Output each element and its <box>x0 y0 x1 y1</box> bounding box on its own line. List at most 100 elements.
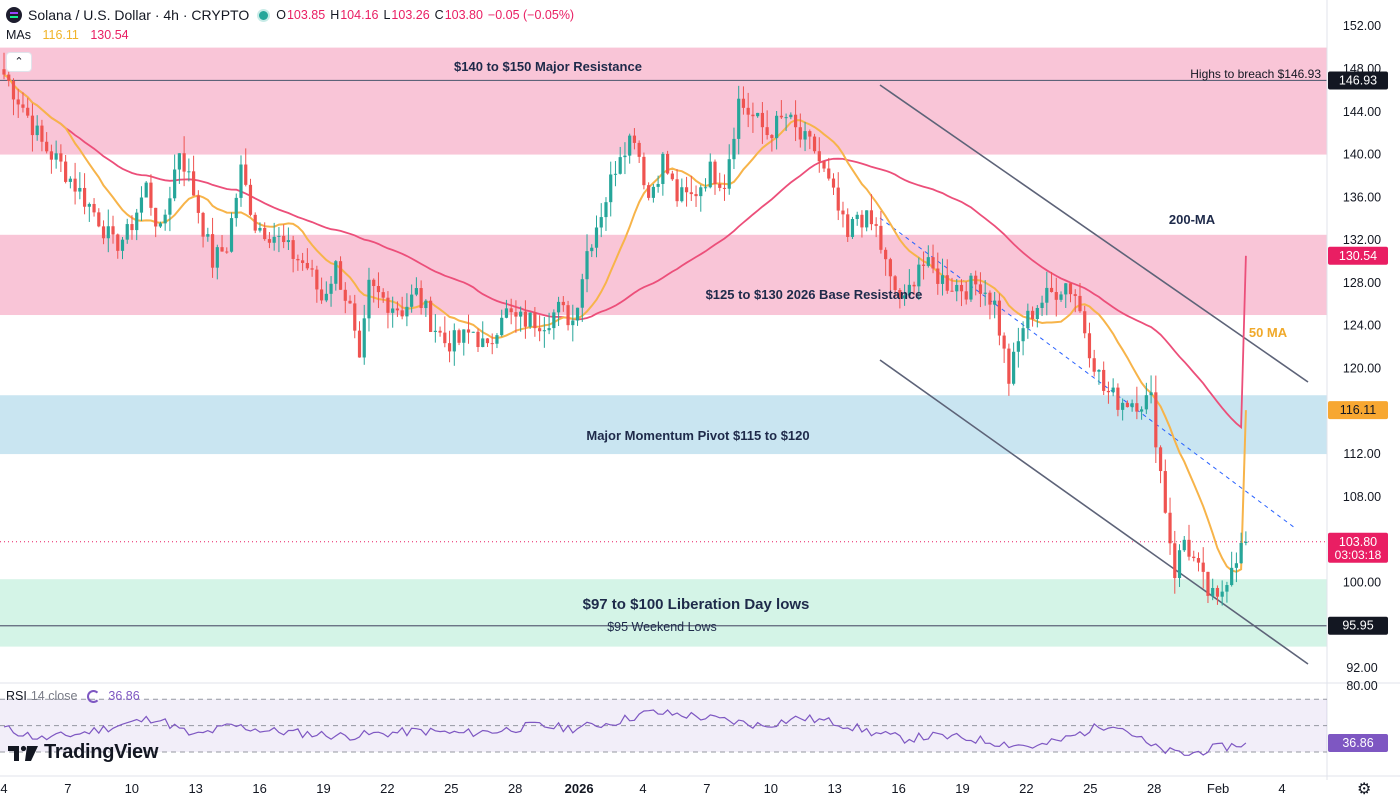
candle-body <box>301 260 305 263</box>
candle-body <box>1054 292 1058 300</box>
rsi-label: RSI <box>6 689 27 703</box>
candle-body <box>225 251 229 253</box>
candle-body <box>471 331 475 333</box>
candle-body <box>310 268 314 270</box>
candle-body <box>381 292 385 298</box>
candle-body <box>609 174 613 203</box>
candle-body <box>1102 369 1106 391</box>
chart-canvas[interactable]: $140 to $150 Major Resistance $125 to $13… <box>0 0 1400 802</box>
candle-body <box>708 161 712 188</box>
candle-body <box>741 98 746 108</box>
candle-body <box>1026 310 1030 329</box>
x-tick-label: 7 <box>703 781 710 796</box>
candle-body <box>969 275 973 300</box>
candle-body <box>158 223 163 227</box>
candle-body <box>163 214 167 224</box>
candle-body <box>410 294 414 307</box>
candle-body <box>1049 287 1054 293</box>
gear-icon[interactable]: ⚙ <box>1357 779 1371 799</box>
candle-body <box>92 203 96 213</box>
candle-body <box>177 153 181 170</box>
rsi-value: 36.86 <box>108 689 140 703</box>
candle-body <box>305 262 309 269</box>
x-tick-label: 13 <box>827 781 841 796</box>
candle-body <box>746 107 750 115</box>
x-tick-label: 16 <box>891 781 905 796</box>
candle-body <box>481 338 485 348</box>
candle-body <box>1149 392 1153 396</box>
candle-body <box>983 292 987 294</box>
candle-body <box>7 74 11 81</box>
candle-body <box>438 330 442 333</box>
x-tick-label: 28 <box>1147 781 1161 796</box>
candle-body <box>35 125 39 136</box>
tradingview-wordmark: TradingView <box>44 741 159 763</box>
candle-body <box>789 114 793 118</box>
candle-body <box>803 131 807 140</box>
symbol-title[interactable]: Solana / U.S. Dollar · 4h · CRYPTO <box>28 7 249 23</box>
candle-body <box>253 214 257 231</box>
candle-body <box>623 155 627 158</box>
level-label-0: Highs to breach $146.93 <box>1190 67 1321 81</box>
candle-body <box>917 264 921 287</box>
candle-body <box>334 261 338 284</box>
candle-body <box>239 164 243 198</box>
close-value: C103.80 <box>434 8 483 22</box>
moving-averages-legend[interactable]: MAs 116.11 130.54 <box>6 28 129 42</box>
tradingview-logo[interactable]: TradingView <box>8 741 158 764</box>
candle-body <box>419 288 423 309</box>
y-tick-label: 152.00 <box>1343 19 1381 33</box>
candle-body <box>1012 351 1016 384</box>
x-tick-label: 19 <box>316 781 330 796</box>
candle-body <box>613 173 618 175</box>
candle-body <box>689 192 693 195</box>
candle-body <box>263 227 267 240</box>
x-tick-label: 13 <box>188 781 202 796</box>
candle-body <box>1244 541 1248 543</box>
collapse-legend-button[interactable]: ⌃ <box>6 52 32 72</box>
candle-body <box>315 269 319 290</box>
candle-body <box>1073 294 1077 296</box>
candle-body <box>604 202 608 218</box>
candle-body <box>125 224 129 240</box>
candle-body <box>40 125 44 142</box>
candle-body <box>1092 358 1096 372</box>
rsi-legend[interactable]: RSI 14 close 36.86 <box>6 689 140 703</box>
candle-body <box>647 185 651 198</box>
candle-body <box>111 226 115 235</box>
x-tick-label: 22 <box>1019 781 1033 796</box>
candle-body <box>1196 558 1201 563</box>
candle-body <box>756 112 760 117</box>
zone-1 <box>0 234 1327 316</box>
candle-body <box>519 311 523 317</box>
x-tick-label: 22 <box>380 781 394 796</box>
candle-body <box>1078 295 1082 312</box>
candle-body <box>509 308 513 313</box>
candle-body <box>855 214 859 220</box>
candle-body <box>974 275 978 285</box>
x-tick-label: 25 <box>1083 781 1097 796</box>
candle-body <box>329 283 333 294</box>
candle-body <box>220 247 224 252</box>
candle-body <box>367 279 371 319</box>
countdown-text: 03:03:18 <box>1335 548 1382 562</box>
candle-body <box>978 284 983 294</box>
candle-body <box>547 328 551 331</box>
candle-body <box>940 275 945 284</box>
candle-body <box>538 328 542 332</box>
candle-body <box>765 127 769 136</box>
candle-body <box>229 218 234 252</box>
y-tick-label: 100.00 <box>1343 575 1381 589</box>
candle-body <box>628 135 632 156</box>
candle-body <box>694 194 698 197</box>
chevron-up-icon: ⌃ <box>14 56 24 68</box>
candle-body <box>1234 563 1238 568</box>
candle-body <box>684 187 689 193</box>
candle-body <box>59 153 63 162</box>
annotation-50ma: 50 MA <box>1249 325 1288 340</box>
candle-body <box>1121 402 1125 410</box>
candle-body <box>632 135 637 143</box>
candle-body <box>1106 390 1111 393</box>
zone-label-2: Major Momentum Pivot $115 to $120 <box>586 428 809 443</box>
candle-body <box>869 210 874 225</box>
